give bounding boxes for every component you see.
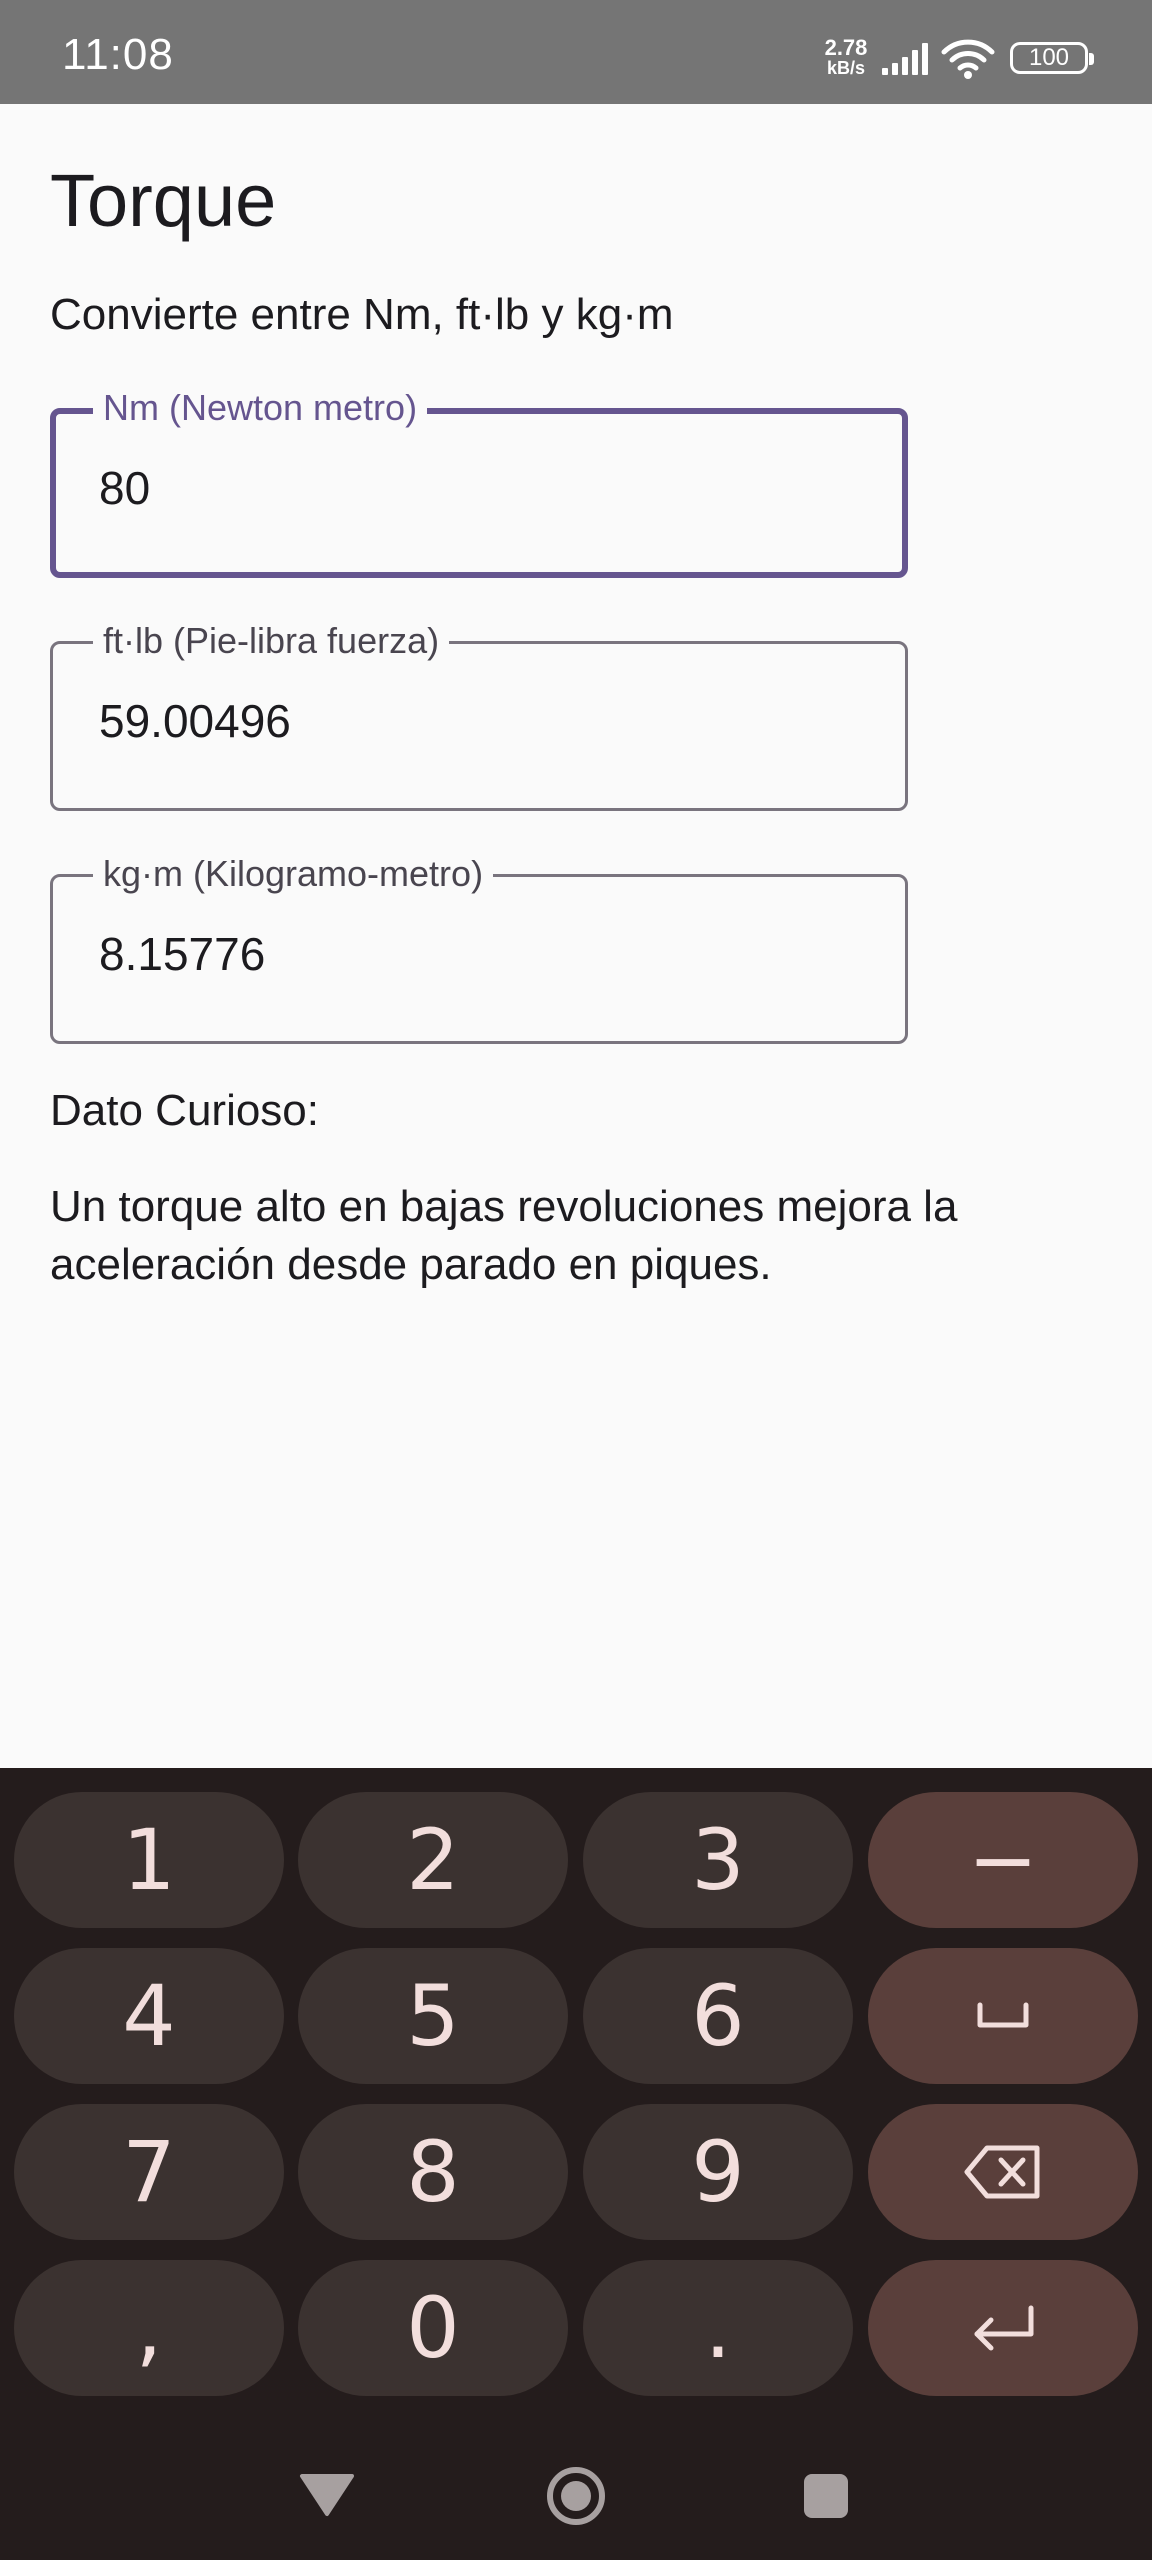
battery-icon: 100 <box>1010 42 1094 74</box>
kgm-field[interactable]: kg·m (Kilogramo-metro) <box>50 853 908 1044</box>
key-6[interactable]: 6 <box>583 1948 853 2084</box>
key-9[interactable]: 9 <box>583 2104 853 2240</box>
fact-text: Un torque alto en bajas revoluciones mej… <box>50 1182 958 1289</box>
key-3[interactable]: 3 <box>583 1792 853 1928</box>
backspace-icon <box>964 2145 1040 2199</box>
status-time: 11:08 <box>62 30 174 79</box>
nm-input[interactable] <box>99 461 859 515</box>
network-speed-value: 2.78 <box>824 35 868 60</box>
key-0[interactable]: 0 <box>298 2260 568 2396</box>
numeric-keyboard: 1 2 3 − 4 5 6 7 8 9 , 0 . <box>0 1768 1152 2560</box>
fact-heading: Dato Curioso: <box>50 1086 320 1135</box>
page-subtitle: Convierte entre Nm, ft·lb y kg·m <box>50 290 674 339</box>
key-8[interactable]: 8 <box>298 2104 568 2240</box>
navigation-bar <box>0 2410 1152 2560</box>
key-minus[interactable]: − <box>868 1792 1138 1928</box>
ftlb-field[interactable]: ft·lb (Pie-libra fuerza) <box>50 620 908 811</box>
key-backspace[interactable] <box>868 2104 1138 2240</box>
key-period[interactable]: . <box>583 2260 853 2396</box>
wifi-icon <box>941 39 995 79</box>
key-4[interactable]: 4 <box>14 1948 284 2084</box>
home-icon[interactable] <box>546 2466 606 2526</box>
key-comma[interactable]: , <box>14 2260 284 2396</box>
network-speed: 2.78 kB/s <box>818 35 874 79</box>
key-5[interactable]: 5 <box>298 1948 568 2084</box>
key-7[interactable]: 7 <box>14 2104 284 2240</box>
key-1[interactable]: 1 <box>14 1792 284 1928</box>
space-bar-icon <box>977 2002 1029 2028</box>
ftlb-input[interactable] <box>99 694 859 748</box>
nm-field[interactable]: Nm (Newton metro) <box>50 387 908 578</box>
kgm-field-label: kg·m (Kilogramo-metro) <box>93 853 494 895</box>
page-title: Torque <box>50 159 277 242</box>
status-bar: 11:08 2.78 kB/s 100 <box>0 0 1152 104</box>
key-space[interactable] <box>868 1948 1138 2084</box>
back-icon[interactable] <box>298 2470 356 2518</box>
enter-icon <box>974 2305 1034 2351</box>
recents-icon[interactable] <box>804 2474 848 2518</box>
key-enter[interactable] <box>868 2260 1138 2396</box>
kgm-input[interactable] <box>99 927 859 981</box>
nm-field-label: Nm (Newton metro) <box>93 387 428 429</box>
network-speed-unit: kB/s <box>826 58 866 78</box>
key-2[interactable]: 2 <box>298 1792 568 1928</box>
signal-icon <box>882 43 928 75</box>
ftlb-field-label: ft·lb (Pie-libra fuerza) <box>93 620 450 662</box>
